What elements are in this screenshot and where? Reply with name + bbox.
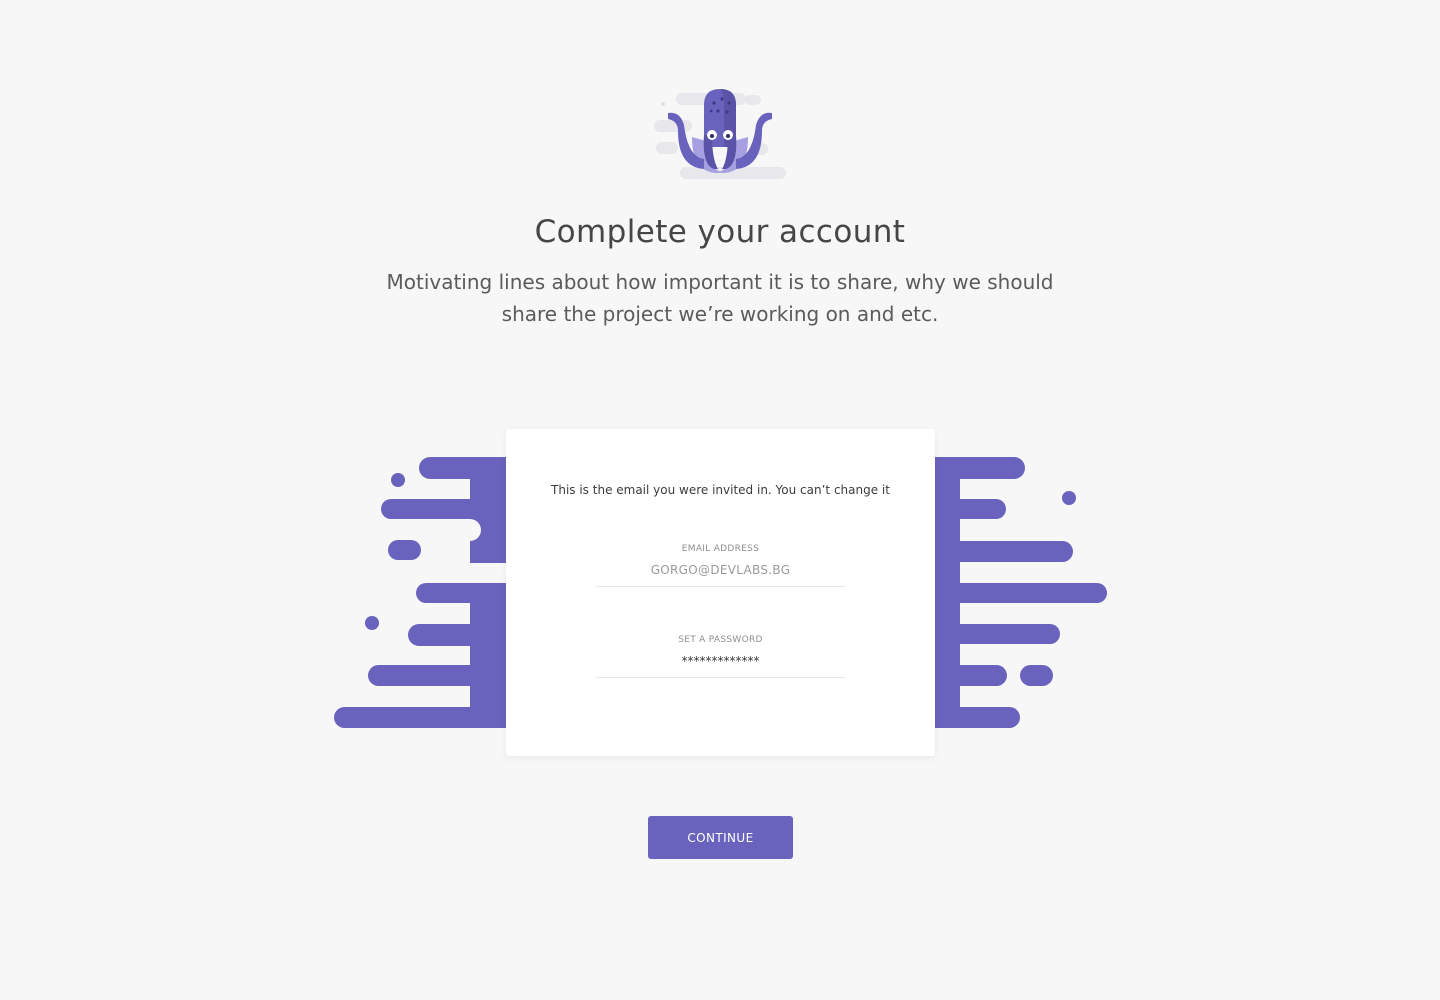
password-label: SET A PASSWORD <box>678 635 763 645</box>
continue-button[interactable]: CONTINUE <box>648 816 793 859</box>
account-form-card: This is the email you were invited in. Y… <box>506 429 935 756</box>
email-label: EMAIL ADDRESS <box>681 544 760 554</box>
page: Complete your account Motivating lines a… <box>0 0 1440 1000</box>
email-note: This is the email you were invited in. Y… <box>551 483 890 497</box>
email-field-group: EMAIL ADDRESS <box>596 544 845 587</box>
password-field-group: SET A PASSWORD <box>596 635 845 678</box>
email-field <box>596 563 845 587</box>
password-field[interactable] <box>596 654 845 678</box>
